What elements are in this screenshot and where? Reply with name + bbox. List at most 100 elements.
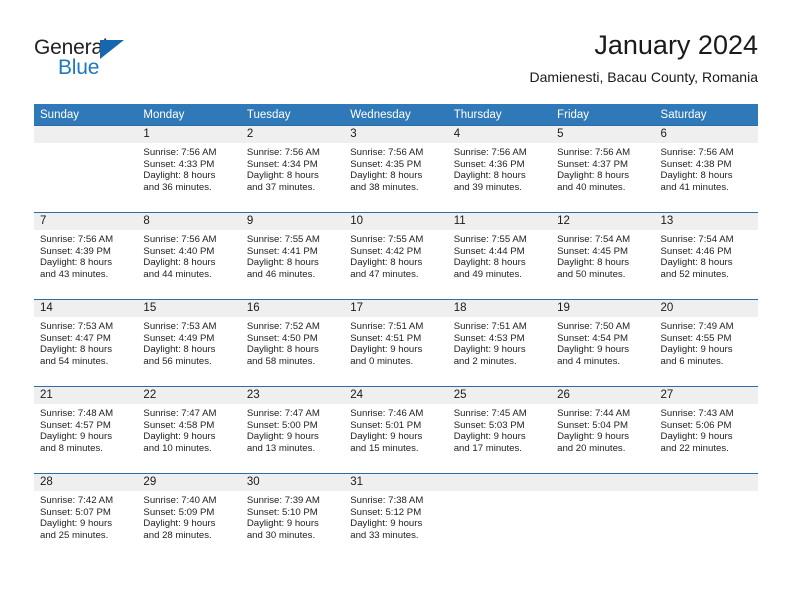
- day-detail-line: and 22 minutes.: [660, 442, 729, 454]
- day-cell-content: 24 Sunrise: 7:46 AM Sunset: 5:01 PM Dayligh…: [344, 387, 448, 473]
- calendar-day-cell[interactable]: 10 Sunrise: 7:55 AM Sunset: 4:42 PM Dayligh…: [344, 212, 448, 300]
- calendar-day-cell[interactable]: 17 Sunrise: 7:51 AM Sunset: 4:51 PM Dayligh…: [344, 299, 448, 387]
- calendar-day-cell[interactable]: 12 Sunrise: 7:54 AM Sunset: 4:45 PM Dayligh…: [551, 212, 655, 300]
- day-detail-line: Daylight: 9 hours: [246, 431, 319, 443]
- day-detail-line: Sunrise: 7:56 AM: [143, 234, 217, 245]
- day-detail-line: Sunset: 4:53 PM: [453, 332, 525, 344]
- day-detail-line: Daylight: 8 hours: [350, 257, 423, 269]
- day-detail-line: and 6 minutes.: [660, 355, 724, 367]
- day-number: 30: [240, 474, 345, 491]
- calendar-day-cell[interactable]: 19 Sunrise: 7:50 AM Sunset: 4:54 PM Dayligh…: [551, 299, 655, 387]
- day-detail-line: and 37 minutes.: [246, 181, 316, 193]
- calendar-day-cell[interactable]: 7 Sunrise: 7:56 AM Sunset: 4:39 PM Daylight…: [34, 212, 138, 300]
- calendar-day-cell[interactable]: 2 Sunrise: 7:56 AM Sunset: 4:34 PM Daylight…: [240, 125, 345, 213]
- day-details: [551, 491, 654, 495]
- day-details: Sunrise: 7:51 AM Sunset: 4:51 PM Daylight:…: [344, 317, 447, 367]
- day-detail-line: and 36 minutes.: [143, 181, 212, 193]
- day-detail-line: Daylight: 8 hours: [557, 257, 630, 269]
- day-details: Sunrise: 7:56 AM Sunset: 4:35 PM Daylight:…: [344, 143, 447, 193]
- day-number: 13: [654, 213, 758, 230]
- calendar-day-cell[interactable]: 1 Sunrise: 7:56 AM Sunset: 4:33 PM Daylight…: [137, 125, 241, 213]
- calendar-day-cell[interactable]: 5 Sunrise: 7:56 AM Sunset: 4:37 PM Daylight…: [551, 125, 655, 213]
- calendar-day-cell[interactable]: [551, 473, 655, 560]
- day-detail-line: Sunrise: 7:49 AM: [660, 321, 734, 332]
- day-detail-line: Sunrise: 7:38 AM: [350, 495, 424, 506]
- title-block: January 2024 Damienesti, Bacau County, R…: [529, 28, 758, 88]
- day-cell-content: 5 Sunrise: 7:56 AM Sunset: 4:37 PM Daylight…: [551, 126, 655, 212]
- day-detail-line: Sunset: 4:54 PM: [557, 332, 629, 344]
- day-detail-line: and 30 minutes.: [246, 529, 316, 541]
- weekday-header-tuesday: Tuesday: [240, 104, 345, 126]
- day-detail-line: Sunrise: 7:46 AM: [350, 408, 424, 419]
- calendar-day-cell[interactable]: 25 Sunrise: 7:45 AM Sunset: 5:03 PM Dayligh…: [447, 386, 552, 474]
- calendar-day-cell[interactable]: 15 Sunrise: 7:53 AM Sunset: 4:49 PM Dayligh…: [137, 299, 241, 387]
- day-detail-line: Sunset: 5:01 PM: [350, 419, 422, 431]
- calendar-day-cell[interactable]: 13 Sunrise: 7:54 AM Sunset: 4:46 PM Dayligh…: [654, 212, 758, 300]
- calendar-day-cell[interactable]: 27 Sunrise: 7:43 AM Sunset: 5:06 PM Dayligh…: [654, 386, 758, 474]
- day-details: Sunrise: 7:39 AM Sunset: 5:10 PM Daylight:…: [241, 491, 344, 541]
- calendar-day-cell[interactable]: 6 Sunrise: 7:56 AM Sunset: 4:38 PM Daylight…: [654, 125, 758, 213]
- day-details: Sunrise: 7:53 AM Sunset: 4:47 PM Daylight:…: [34, 317, 137, 367]
- day-number: 22: [137, 387, 241, 404]
- calendar-day-cell[interactable]: [34, 125, 138, 213]
- day-cell-content: 7 Sunrise: 7:56 AM Sunset: 4:39 PM Daylight…: [34, 213, 138, 299]
- day-detail-line: Sunset: 4:49 PM: [143, 332, 215, 344]
- calendar-day-cell[interactable]: 22 Sunrise: 7:47 AM Sunset: 4:58 PM Dayligh…: [137, 386, 241, 474]
- day-detail-line: Sunset: 4:47 PM: [40, 332, 111, 344]
- day-details: [448, 491, 551, 495]
- day-detail-line: Daylight: 9 hours: [350, 344, 423, 356]
- day-detail-line: and 56 minutes.: [143, 355, 212, 367]
- calendar-day-cell[interactable]: 4 Sunrise: 7:56 AM Sunset: 4:36 PM Daylight…: [447, 125, 552, 213]
- day-cell-content: 21 Sunrise: 7:48 AM Sunset: 4:57 PM Dayligh…: [34, 387, 138, 473]
- calendar-day-cell[interactable]: 21 Sunrise: 7:48 AM Sunset: 4:57 PM Dayligh…: [34, 386, 138, 474]
- day-details: Sunrise: 7:52 AM Sunset: 4:50 PM Daylight:…: [241, 317, 344, 367]
- day-detail-line: Daylight: 9 hours: [350, 518, 423, 530]
- calendar-day-cell[interactable]: 3 Sunrise: 7:56 AM Sunset: 4:35 PM Daylight…: [344, 125, 448, 213]
- day-cell-content: [34, 126, 138, 212]
- day-detail-line: Sunrise: 7:56 AM: [660, 147, 734, 158]
- day-detail-line: Daylight: 8 hours: [350, 170, 423, 182]
- calendar-day-cell[interactable]: 28 Sunrise: 7:42 AM Sunset: 5:07 PM Dayligh…: [34, 473, 138, 560]
- calendar-day-cell[interactable]: 14 Sunrise: 7:53 AM Sunset: 4:47 PM Dayligh…: [34, 299, 138, 387]
- day-cell-content: 16 Sunrise: 7:52 AM Sunset: 4:50 PM Dayligh…: [240, 300, 345, 386]
- day-detail-line: Daylight: 9 hours: [143, 431, 216, 443]
- day-detail-line: Sunrise: 7:55 AM: [350, 234, 424, 245]
- calendar-day-cell[interactable]: 31 Sunrise: 7:38 AM Sunset: 5:12 PM Dayligh…: [344, 473, 448, 560]
- day-details: Sunrise: 7:54 AM Sunset: 4:46 PM Daylight:…: [655, 230, 758, 280]
- day-detail-line: Sunset: 4:40 PM: [143, 245, 215, 257]
- day-detail-line: and 33 minutes.: [350, 529, 419, 541]
- calendar-day-cell[interactable]: 9 Sunrise: 7:55 AM Sunset: 4:41 PM Daylight…: [240, 212, 345, 300]
- day-detail-line: and 54 minutes.: [40, 355, 109, 367]
- day-details: Sunrise: 7:48 AM Sunset: 4:57 PM Daylight:…: [34, 404, 137, 454]
- calendar-day-cell[interactable]: 30 Sunrise: 7:39 AM Sunset: 5:10 PM Dayligh…: [240, 473, 345, 560]
- day-number: 8: [137, 213, 241, 230]
- calendar-day-cell[interactable]: 8 Sunrise: 7:56 AM Sunset: 4:40 PM Daylight…: [137, 212, 241, 300]
- day-detail-line: and 13 minutes.: [246, 442, 316, 454]
- day-number: 19: [551, 300, 655, 317]
- day-cell-content: 1 Sunrise: 7:56 AM Sunset: 4:33 PM Daylight…: [137, 126, 241, 212]
- day-detail-line: Sunrise: 7:42 AM: [40, 495, 114, 506]
- day-details: Sunrise: 7:54 AM Sunset: 4:45 PM Daylight:…: [551, 230, 654, 280]
- day-detail-line: Sunrise: 7:44 AM: [557, 408, 631, 419]
- calendar-day-cell[interactable]: 16 Sunrise: 7:52 AM Sunset: 4:50 PM Dayligh…: [240, 299, 345, 387]
- day-detail-line: Sunset: 4:44 PM: [453, 245, 525, 257]
- day-number: 7: [34, 213, 138, 230]
- day-cell-content: 28 Sunrise: 7:42 AM Sunset: 5:07 PM Dayligh…: [34, 474, 138, 560]
- calendar-day-cell[interactable]: [447, 473, 552, 560]
- logo-text-blue: Blue: [58, 56, 100, 79]
- calendar-day-cell[interactable]: 26 Sunrise: 7:44 AM Sunset: 5:04 PM Dayligh…: [551, 386, 655, 474]
- day-details: Sunrise: 7:45 AM Sunset: 5:03 PM Daylight:…: [448, 404, 551, 454]
- day-detail-line: Sunrise: 7:39 AM: [246, 495, 320, 506]
- calendar-day-cell[interactable]: 11 Sunrise: 7:55 AM Sunset: 4:44 PM Dayligh…: [447, 212, 552, 300]
- day-detail-line: Sunrise: 7:54 AM: [660, 234, 734, 245]
- calendar-day-cell[interactable]: 23 Sunrise: 7:47 AM Sunset: 5:00 PM Dayligh…: [240, 386, 345, 474]
- calendar-day-cell[interactable]: 29 Sunrise: 7:40 AM Sunset: 5:09 PM Dayligh…: [137, 473, 241, 560]
- calendar-day-cell[interactable]: 20 Sunrise: 7:49 AM Sunset: 4:55 PM Dayligh…: [654, 299, 758, 387]
- weekday-header-saturday: Saturday: [654, 104, 758, 126]
- day-cell-content: 14 Sunrise: 7:53 AM Sunset: 4:47 PM Dayligh…: [34, 300, 138, 386]
- calendar-day-cell[interactable]: 24 Sunrise: 7:46 AM Sunset: 5:01 PM Dayligh…: [344, 386, 448, 474]
- day-detail-line: Daylight: 8 hours: [453, 170, 526, 182]
- day-cell-content: 11 Sunrise: 7:55 AM Sunset: 4:44 PM Dayligh…: [447, 213, 552, 299]
- calendar-day-cell[interactable]: [654, 473, 758, 560]
- calendar-day-cell[interactable]: 18 Sunrise: 7:51 AM Sunset: 4:53 PM Dayligh…: [447, 299, 552, 387]
